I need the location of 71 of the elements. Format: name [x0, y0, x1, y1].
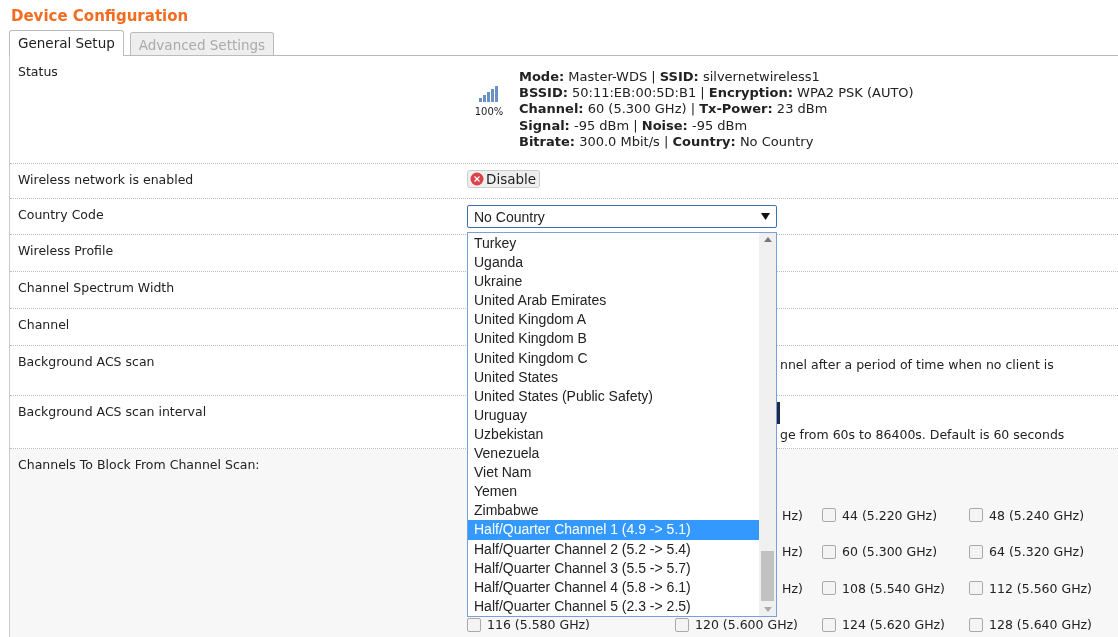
checkbox[interactable]: [969, 581, 983, 595]
status-line: Mode: Master-WDS | SSID: silvernetwireless1: [519, 69, 821, 86]
dropdown-option[interactable]: Turkey: [468, 234, 759, 254]
field-label: Background ACS scan interval: [17, 403, 208, 421]
scroll-down-icon: [763, 607, 772, 612]
tab[interactable]: General Setup: [9, 30, 124, 56]
dropdown-option[interactable]: United Arab Emirates: [468, 291, 759, 311]
checkbox[interactable]: [675, 617, 689, 632]
dropdown-option[interactable]: Ukraine: [468, 272, 759, 292]
dropdown-option[interactable]: United Kingdom C: [468, 348, 759, 368]
field-label: Channel Spectrum Width: [17, 279, 176, 297]
checkbox-label: Hz): [782, 580, 803, 596]
dropdown-option[interactable]: Zimbabwe: [468, 501, 759, 521]
field-label: Background ACS scan: [17, 353, 156, 371]
dropdown-caret-icon: [761, 213, 770, 220]
checkbox-label: 124 (5.620 GHz): [842, 617, 945, 632]
field-label: Channels To Block From Channel Scan:: [17, 456, 261, 474]
field-label: Channel: [17, 316, 71, 334]
dropdown-option[interactable]: Uganda: [468, 253, 759, 273]
checkbox[interactable]: [969, 508, 983, 522]
scroll-up-icon: [763, 237, 772, 242]
dropdown-option[interactable]: Uruguay: [468, 405, 759, 425]
disable-button[interactable]: Disable: [467, 170, 541, 188]
help-text: nnel after a period of time when no client is: [780, 357, 1054, 372]
dropdown-option[interactable]: Venezuela: [468, 444, 759, 464]
dropdown-option[interactable]: United Kingdom A: [468, 310, 759, 330]
checkbox[interactable]: [822, 617, 836, 632]
checkbox[interactable]: [822, 544, 836, 559]
interval-input[interactable]: [777, 402, 780, 424]
checkbox-label: 112 (5.560 GHz): [989, 580, 1092, 596]
checkbox-label: 60 (5.300 GHz): [842, 544, 938, 559]
field-label: Country Code: [17, 206, 105, 224]
status-line: BSSID: 50:11:EB:00:5D:B1 | Encryption: WPA2 PSK (AUTO): [519, 85, 914, 102]
dropdown-option[interactable]: United Kingdom B: [468, 329, 759, 349]
dropdown-option[interactable]: United States: [468, 367, 759, 387]
country-select[interactable]: No Country: [467, 205, 777, 228]
page-title: Device Configuration: [10, 6, 190, 27]
checkbox[interactable]: [467, 617, 481, 632]
checkbox[interactable]: [969, 544, 983, 559]
close-icon: [470, 172, 484, 186]
field-label: Wireless Profile: [17, 242, 115, 260]
help-text: ge from 60s to 86400s. Default is 60 seconds: [780, 427, 1065, 442]
checkbox[interactable]: [969, 617, 983, 632]
field-label: Status: [17, 63, 59, 81]
status-line: Channel: 60 (5.300 GHz) | Tx-Power: 23 dBm: [519, 101, 829, 118]
dropdown-option[interactable]: United States (Public Safety): [468, 386, 759, 406]
scrollbar[interactable]: [759, 233, 776, 616]
checkbox-label: 44 (5.220 GHz): [842, 507, 938, 523]
checkbox-label: Hz): [782, 544, 803, 559]
signal-bars-icon: [479, 86, 499, 102]
field-label: Wireless network is enabled: [17, 171, 195, 189]
status-line: Bitrate: 300.0 Mbit/s | Country: No Country: [519, 133, 815, 150]
checkbox[interactable]: [822, 508, 836, 522]
checkbox-label: 64 (5.320 GHz): [989, 544, 1085, 559]
dropdown-option[interactable]: Half/Quarter Channel 3 (5.5 -> 5.7): [468, 558, 759, 578]
signal-percent: 100%: [474, 106, 504, 117]
dropdown-option[interactable]: Viet Nam: [468, 463, 759, 483]
checkbox-label: 48 (5.240 GHz): [989, 507, 1085, 523]
status-line: Signal: -95 dBm | Noise: -95 dBm: [519, 117, 749, 134]
scrollbar-thumb[interactable]: [761, 551, 774, 601]
checkbox-label: 120 (5.600 GHz): [695, 617, 798, 632]
checkbox-label: 128 (5.640 GHz): [989, 617, 1092, 632]
checkbox[interactable]: [822, 581, 836, 595]
checkbox-label: 108 (5.540 GHz): [842, 580, 945, 596]
dropdown-option[interactable]: Uzbekistan: [468, 424, 759, 445]
dropdown-option[interactable]: Half/Quarter Channel 2 (5.2 -> 5.4): [468, 539, 759, 559]
dropdown-option[interactable]: Half/Quarter Channel 5 (2.3 -> 2.5): [468, 596, 759, 616]
dropdown-option[interactable]: Yemen: [468, 482, 759, 502]
checkbox-label: Hz): [782, 507, 803, 523]
checkbox-label: 116 (5.580 GHz): [487, 617, 590, 632]
dropdown-option[interactable]: Half/Quarter Channel 4 (5.8 -> 6.1): [468, 577, 759, 597]
